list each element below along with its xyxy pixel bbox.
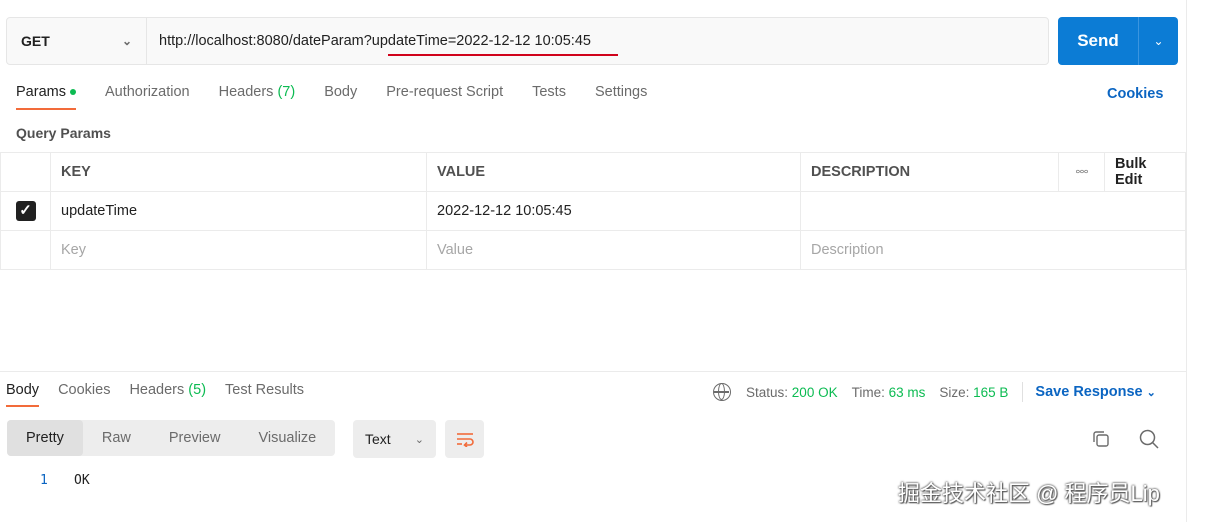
query-params-title: Query Params xyxy=(16,125,111,141)
response-tab-headers[interactable]: Headers (5) xyxy=(129,382,206,407)
tab-body[interactable]: Body xyxy=(324,84,357,110)
new-description-input[interactable]: Description xyxy=(800,230,1186,270)
param-description-input[interactable] xyxy=(800,191,1186,231)
wrap-lines-button[interactable] xyxy=(445,420,484,458)
response-tab-cookies-label: Cookies xyxy=(58,382,111,398)
save-response-button[interactable]: Save Response ⌄ xyxy=(1035,384,1155,400)
table-row: ✓ updateTime 2022-12-12 10:05:45 xyxy=(0,191,1186,231)
response-tab-body-label: Body xyxy=(6,382,40,398)
size-stat[interactable]: Size: 165 B xyxy=(939,385,1008,400)
send-options-chevron-icon[interactable]: ⌄ xyxy=(1139,34,1178,48)
method-label: GET xyxy=(21,33,50,49)
send-label: Send xyxy=(1077,31,1119,50)
tab-headers[interactable]: Headers (7) xyxy=(219,84,296,110)
request-tabs: Params Authorization Headers (7) Body Pr… xyxy=(16,84,676,110)
tab-settings[interactable]: Settings xyxy=(595,84,647,110)
tab-authorization[interactable]: Authorization xyxy=(105,84,190,110)
header-key: KEY xyxy=(50,152,427,192)
status-separator xyxy=(1022,382,1024,402)
wrap-lines-icon xyxy=(456,433,474,447)
language-select-value: Text xyxy=(365,431,391,447)
time-label: Time: xyxy=(851,384,885,400)
tab-headers-label: Headers xyxy=(218,84,274,100)
new-value-input[interactable]: Value xyxy=(426,230,801,270)
size-label: Size: xyxy=(939,384,970,400)
response-divider[interactable] xyxy=(0,371,1186,372)
size-value: 165 B xyxy=(973,384,1009,400)
time-stat[interactable]: Time: 63 ms xyxy=(852,385,926,400)
globe-icon[interactable] xyxy=(713,383,731,401)
response-tabs: Body Cookies Headers (5) Test Results xyxy=(6,382,323,407)
format-raw[interactable]: Raw xyxy=(83,420,150,456)
time-value: 63 ms xyxy=(888,384,926,400)
format-tabs: Pretty Raw Preview Visualize xyxy=(7,420,336,456)
tab-settings-label: Settings xyxy=(594,84,648,100)
tab-tests[interactable]: Tests xyxy=(532,84,566,110)
query-params-table: KEY VALUE DESCRIPTION ◦◦◦ Bulk Edit ✓ up… xyxy=(0,152,1186,270)
params-active-dot xyxy=(69,89,76,96)
url-highlight-underline xyxy=(388,54,618,56)
language-select[interactable]: Text ⌄ xyxy=(353,420,436,458)
header-description: DESCRIPTION xyxy=(800,152,1059,192)
response-status-bar: Status: 200 OK Time: 63 ms Size: 165 B S… xyxy=(713,382,1156,402)
panel-right-border xyxy=(1186,0,1187,522)
send-button[interactable]: Send ⌄ xyxy=(1058,17,1178,65)
header-value: VALUE xyxy=(426,152,801,192)
tab-headers-count: (7) xyxy=(277,84,296,100)
more-options-icon[interactable]: ◦◦◦ xyxy=(1058,152,1105,192)
status-value: 200 OK xyxy=(791,384,838,400)
tab-params[interactable]: Params xyxy=(16,84,76,110)
line-number: 1 xyxy=(40,473,48,488)
chevron-down-icon: ⌄ xyxy=(414,433,424,446)
table-header-row: KEY VALUE DESCRIPTION ◦◦◦ Bulk Edit xyxy=(0,152,1186,192)
watermark-text: 掘金技术社区 @ 程序员Lip xyxy=(898,481,1160,506)
copy-icon[interactable] xyxy=(1091,429,1111,452)
tab-params-label: Params xyxy=(16,84,66,100)
format-visualize[interactable]: Visualize xyxy=(239,420,335,456)
method-select[interactable]: GET ⌄ xyxy=(7,18,147,64)
status-label: Status: xyxy=(746,384,789,400)
tab-pre-request-label: Pre-request Script xyxy=(386,84,504,100)
format-pretty[interactable]: Pretty xyxy=(7,420,83,456)
tab-body-label: Body xyxy=(324,84,358,100)
request-url-bar: GET ⌄ http://localhost:8080/dateParam?up… xyxy=(6,17,1049,65)
response-tab-body[interactable]: Body xyxy=(6,382,40,407)
param-value-input[interactable]: 2022-12-12 10:05:45 xyxy=(426,191,801,231)
response-headers-count: (5) xyxy=(188,382,207,398)
bulk-edit-button[interactable]: Bulk Edit xyxy=(1104,152,1186,192)
tab-authorization-label: Authorization xyxy=(104,84,190,100)
tab-pre-request-script[interactable]: Pre-request Script xyxy=(386,84,503,110)
response-tab-test-results[interactable]: Test Results xyxy=(225,382,304,407)
status-stat[interactable]: Status: 200 OK xyxy=(746,385,838,400)
param-key-input[interactable]: updateTime xyxy=(50,191,427,231)
response-body-text: OK xyxy=(74,473,90,488)
cookies-link[interactable]: Cookies xyxy=(1107,86,1163,102)
tab-tests-label: Tests xyxy=(532,84,566,100)
row-checkbox-cell: ✓ xyxy=(0,191,51,231)
save-response-label: Save Response xyxy=(1035,384,1143,400)
chevron-down-icon: ⌄ xyxy=(1146,387,1156,399)
search-icon[interactable] xyxy=(1138,428,1160,453)
response-tab-cookies[interactable]: Cookies xyxy=(58,382,110,407)
table-row: Key Value Description xyxy=(0,230,1186,270)
response-tab-headers-label: Headers xyxy=(129,382,185,398)
format-preview[interactable]: Preview xyxy=(150,420,240,456)
url-input[interactable]: http://localhost:8080/dateParam?updateTi… xyxy=(147,33,591,49)
new-key-input[interactable]: Key xyxy=(50,230,427,270)
header-checkbox-cell xyxy=(0,152,51,192)
row-checkbox-cell xyxy=(0,230,51,270)
response-tab-test-results-label: Test Results xyxy=(225,382,305,398)
param-enabled-checkbox[interactable]: ✓ xyxy=(15,201,36,221)
chevron-down-icon: ⌄ xyxy=(121,34,132,48)
